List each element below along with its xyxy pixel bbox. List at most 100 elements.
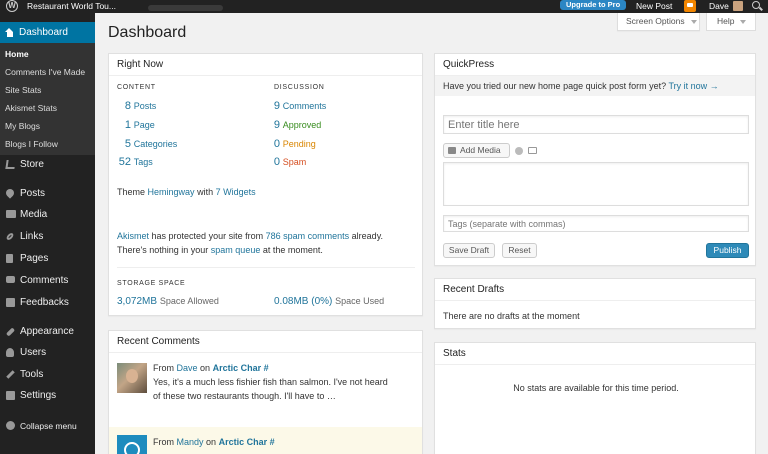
try-it-now-link[interactable]: Try it now →	[668, 81, 718, 91]
screen-options-button[interactable]: Screen Options	[617, 13, 700, 31]
help-button[interactable]: Help	[706, 13, 756, 31]
tags-input[interactable]	[443, 215, 749, 232]
widget-title[interactable]: QuickPress	[435, 54, 755, 76]
sidebar-item-links[interactable]: Links	[0, 228, 95, 246]
space-used: 0.08MB (0%) Space Used	[274, 296, 384, 307]
sidebar-item-appearance[interactable]: Appearance	[0, 323, 95, 341]
sidebar-item-settings[interactable]: Settings	[0, 387, 95, 405]
content-heading: CONTENT	[117, 84, 156, 91]
collapse-arrow-icon	[6, 421, 15, 430]
comment-author-link[interactable]: Dave	[177, 363, 198, 373]
sidebar-item-dashboard[interactable]: Dashboard	[0, 22, 95, 43]
add-media-button[interactable]: Add Media	[443, 143, 510, 158]
search-icon[interactable]	[752, 1, 760, 9]
discussion-row-spam[interactable]: 0 Spam	[271, 156, 306, 168]
spam-queue-link[interactable]: spam queue	[211, 245, 261, 255]
space-used-label: Space Used	[335, 296, 385, 306]
pushpin-icon	[4, 187, 16, 199]
widget-title[interactable]: Stats	[435, 343, 755, 365]
sidebar-item-feedbacks[interactable]: Feedbacks	[0, 294, 95, 312]
count-value: 1	[124, 119, 131, 131]
user-avatar[interactable]	[733, 1, 743, 11]
submenu-item-comments-made[interactable]: Comments I've Made	[5, 67, 85, 77]
divider	[117, 267, 415, 268]
widget-title[interactable]: Right Now	[109, 54, 422, 76]
sidebar-item-label: Feedbacks	[20, 297, 69, 308]
akismet-text: has protected your site from	[151, 231, 264, 241]
upgrade-to-pro-button[interactable]: Upgrade to Pro	[560, 0, 627, 10]
sidebar-item-users[interactable]: Users	[0, 344, 95, 362]
collapse-menu-button[interactable]: Collapse menu	[0, 417, 95, 435]
discussion-row-comments[interactable]: 9 Comments	[271, 100, 326, 112]
count-label: Spam	[282, 157, 307, 167]
widget-title[interactable]: Recent Comments	[109, 331, 422, 353]
submenu-item-home[interactable]: Home	[5, 49, 29, 59]
sidebar-item-label: Dashboard	[19, 27, 68, 38]
sidebar-item-posts[interactable]: Posts	[0, 185, 95, 203]
save-draft-button[interactable]: Save Draft	[443, 243, 495, 258]
comment-on: on	[206, 437, 217, 447]
site-name-link[interactable]: Restaurant World Tou...	[27, 1, 116, 11]
settings-icon	[6, 391, 15, 400]
count-label: Categories	[133, 139, 178, 149]
adminbar-search-field[interactable]	[148, 5, 223, 11]
cart-icon	[5, 160, 16, 169]
post-title-input[interactable]	[443, 115, 749, 134]
comment-on: on	[200, 363, 211, 373]
discussion-row-pending[interactable]: 0 Pending	[271, 138, 316, 150]
submenu-item-my-blogs[interactable]: My Blogs	[5, 121, 40, 131]
content-row-pages[interactable]: 1 Page	[117, 119, 155, 131]
count-label: Comments	[282, 101, 327, 111]
audio-icon[interactable]	[515, 147, 523, 155]
help-label: Help	[717, 16, 735, 26]
comment-bubble-icon	[6, 276, 15, 283]
comment-author-link[interactable]: Mandy	[177, 437, 204, 447]
storage-heading: STORAGE SPACE	[117, 280, 186, 287]
space-allowed-value[interactable]: 3,072MB	[117, 296, 157, 307]
sidebar-item-store[interactable]: Store	[0, 156, 95, 174]
submenu-item-akismet-stats[interactable]: Akismet Stats	[5, 103, 57, 113]
akismet-text: There's nothing in your	[117, 245, 209, 255]
count-value: 0	[273, 138, 280, 150]
space-used-value[interactable]: 0.08MB (0%)	[274, 296, 332, 307]
quickpress-banner: Have you tried our new home page quick p…	[435, 76, 755, 96]
post-content-textarea[interactable]	[443, 162, 749, 206]
user-menu-name[interactable]: Dave	[709, 1, 729, 11]
sidebar-item-pages[interactable]: Pages	[0, 250, 95, 268]
submenu-item-site-stats[interactable]: Site Stats	[5, 85, 41, 95]
comment-excerpt-line: Yes, it's a much less fishier fish than …	[153, 377, 388, 387]
reset-button[interactable]: Reset	[502, 243, 537, 258]
video-icon[interactable]	[528, 147, 537, 154]
spam-comments-link[interactable]: 786 spam comments	[266, 231, 350, 241]
sidebar-item-comments[interactable]: Comments	[0, 272, 95, 290]
comment-post-link[interactable]: Arctic Char #	[213, 363, 269, 373]
publish-button[interactable]: Publish	[706, 243, 749, 258]
content-row-categories[interactable]: 5 Categories	[117, 138, 177, 150]
space-allowed: 3,072MB Space Allowed	[117, 296, 219, 307]
sidebar-item-label: Posts	[20, 188, 46, 199]
count-label: Pending	[282, 139, 316, 149]
submenu-item-blogs-i-follow[interactable]: Blogs I Follow	[5, 139, 58, 149]
widget-title[interactable]: Recent Drafts	[435, 279, 755, 301]
akismet-link[interactable]: Akismet	[117, 231, 149, 241]
theme-with: with	[197, 187, 214, 197]
wordpress-logo-icon[interactable]: W	[6, 0, 18, 12]
comment-post-link[interactable]: Arctic Char #	[219, 437, 275, 447]
content-row-posts[interactable]: 8 Posts	[117, 100, 156, 112]
theme-name-link[interactable]: Hemingway	[148, 187, 195, 197]
notifications-icon[interactable]	[684, 0, 696, 12]
new-post-link[interactable]: New Post	[636, 1, 672, 11]
widgets-link[interactable]: 7 Widgets	[216, 187, 256, 197]
sidebar-item-tools[interactable]: Tools	[0, 366, 95, 384]
sidebar-item-label: Tools	[20, 369, 44, 380]
discussion-row-approved[interactable]: 9 Approved	[271, 119, 321, 131]
sidebar-item-media[interactable]: Media	[0, 206, 95, 224]
no-stats-text: No stats are available for this time per…	[513, 383, 679, 393]
admin-sidebar: Dashboard Home Comments I've Made Site S…	[0, 13, 95, 454]
content-row-tags[interactable]: 52 Tags	[117, 156, 153, 168]
comment-author-avatar	[117, 363, 147, 393]
count-label: Page	[133, 120, 155, 130]
comment-excerpt-line: of these two restaurants though. I'll ha…	[153, 391, 336, 401]
screen-options-label: Screen Options	[626, 16, 685, 26]
comment-meta: From Dave on Arctic Char #	[153, 362, 269, 375]
